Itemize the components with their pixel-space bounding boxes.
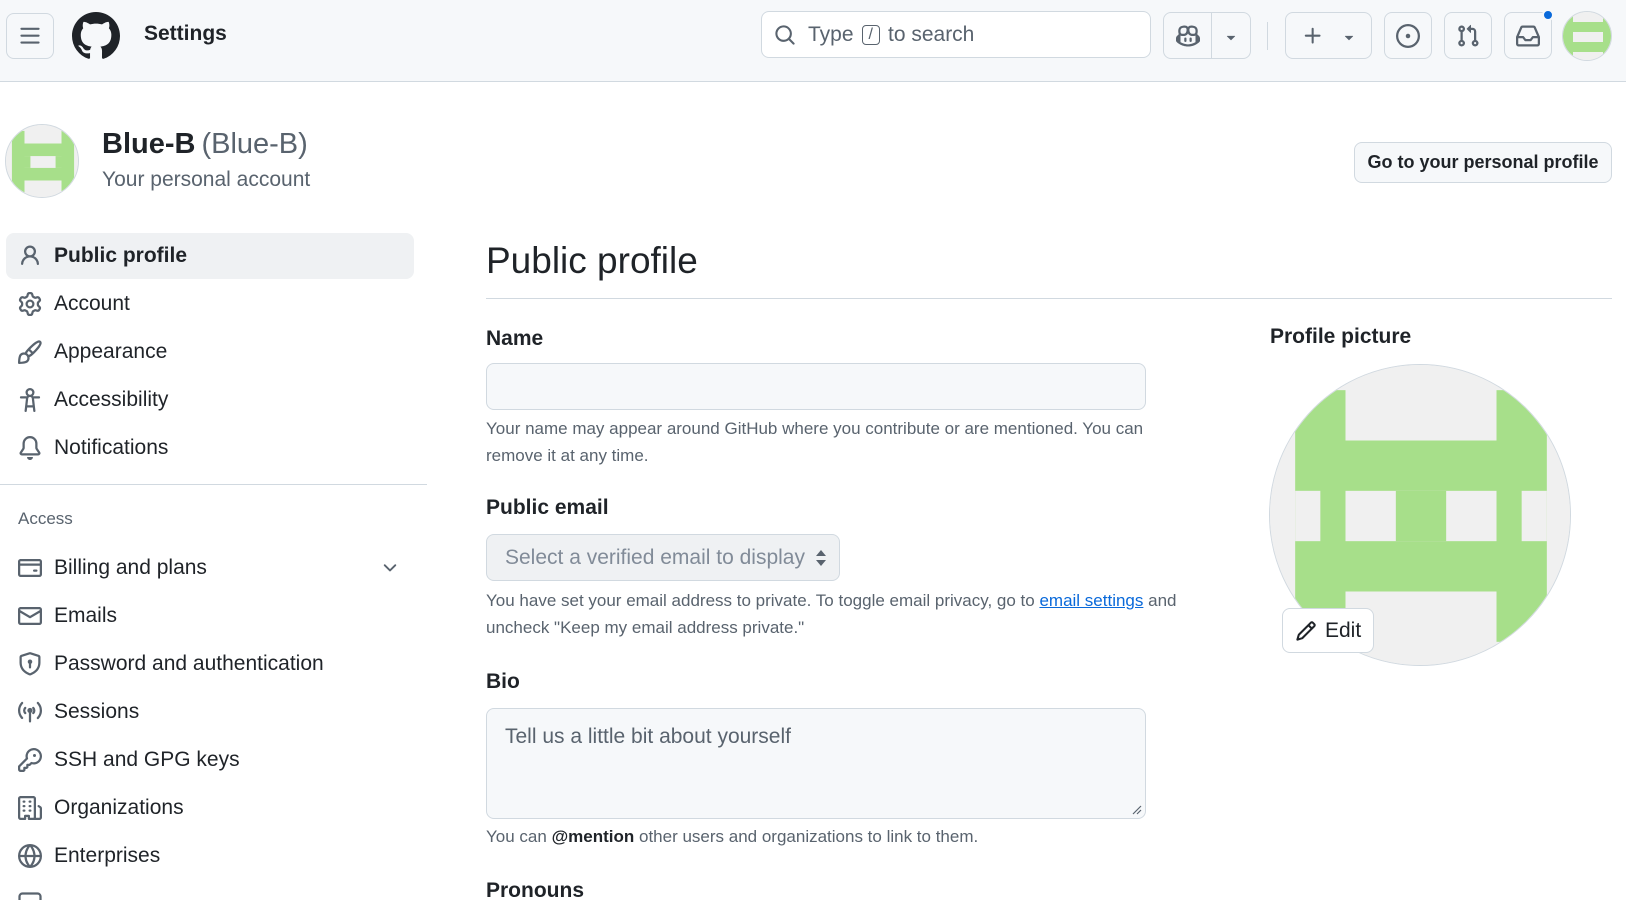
github-logo-icon[interactable] bbox=[72, 12, 120, 60]
sidebar-item-partial[interactable] bbox=[6, 881, 414, 900]
open-menu-button[interactable] bbox=[6, 13, 54, 59]
sidebar-item-label: Notifications bbox=[54, 436, 169, 459]
sidebar-item-label: Account bbox=[54, 292, 130, 315]
broadcast-icon bbox=[18, 701, 42, 723]
sidebar-item-label: Password and authentication bbox=[54, 652, 324, 675]
bell-icon bbox=[19, 436, 41, 460]
copilot-icon bbox=[1176, 25, 1200, 47]
name-help-text: Your name may appear around GitHub where… bbox=[486, 419, 1144, 465]
email-settings-link[interactable]: email settings bbox=[1039, 591, 1143, 610]
sidebar-item-notifications[interactable]: Notifications bbox=[6, 425, 414, 471]
triangle-down-icon bbox=[1344, 35, 1354, 41]
organization-icon bbox=[18, 796, 42, 820]
search-shortcut-key: / bbox=[861, 24, 880, 45]
sidebar-item-label: Appearance bbox=[54, 340, 168, 363]
chevron-down-icon[interactable] bbox=[380, 558, 400, 578]
shield-lock-icon bbox=[19, 652, 41, 676]
header-divider bbox=[1267, 22, 1268, 50]
sidebar-item-sessions[interactable]: Sessions bbox=[6, 689, 414, 735]
identicon-avatar-icon bbox=[1563, 12, 1611, 60]
title-divider bbox=[486, 298, 1612, 299]
triangle-down-icon[interactable] bbox=[1222, 28, 1240, 46]
account-subtitle: Your personal account bbox=[102, 168, 311, 191]
pencil-icon bbox=[1296, 620, 1316, 641]
credit-card-icon bbox=[18, 559, 42, 577]
sidebar-item-ssh-gpg-keys[interactable]: SSH and GPG keys bbox=[6, 737, 414, 783]
email-help-text: You have set your email address to priva… bbox=[486, 587, 1226, 641]
select-arrows-icon bbox=[816, 550, 826, 566]
mention-text: @mention bbox=[551, 827, 635, 846]
person-icon bbox=[21, 245, 39, 266]
paintbrush-icon bbox=[18, 340, 42, 364]
sidebar-item-label: Emails bbox=[54, 604, 118, 627]
edit-profile-picture-button[interactable]: Edit bbox=[1282, 608, 1374, 653]
account-name: Blue-B (Blue-B) bbox=[102, 128, 308, 161]
bio-help-text: You can @mention other users and organiz… bbox=[486, 823, 978, 850]
search-icon bbox=[775, 24, 795, 45]
user-avatar-button[interactable] bbox=[1562, 11, 1612, 61]
account-login: (Blue-B) bbox=[201, 128, 308, 160]
profile-picture-label: Profile picture bbox=[1270, 325, 1412, 348]
globe-icon bbox=[18, 844, 42, 868]
sidebar-item-label: Organizations bbox=[54, 796, 184, 819]
account-avatar bbox=[5, 124, 79, 198]
search-placeholder-suffix: to search bbox=[887, 22, 975, 46]
email-help-before: You have set your email address to priva… bbox=[486, 591, 1035, 610]
key-icon bbox=[18, 748, 42, 772]
sidebar-item-emails[interactable]: Emails bbox=[6, 593, 414, 639]
pronouns-label: Pronouns bbox=[486, 879, 584, 900]
public-email-selected: Select a verified email to display bbox=[505, 545, 805, 569]
partial-icon bbox=[18, 892, 42, 900]
sidebar-item-billing[interactable]: Billing and plans bbox=[6, 545, 414, 591]
issue-opened-icon bbox=[1396, 23, 1420, 48]
bio-help-before: You can bbox=[486, 827, 547, 846]
sidebar-item-label: Enterprises bbox=[54, 844, 161, 867]
sidebar-group-title: Access bbox=[18, 509, 73, 528]
unread-notification-dot bbox=[1542, 9, 1554, 21]
bio-placeholder: Tell us a little bit about yourself bbox=[505, 725, 791, 748]
public-email-label: Public email bbox=[486, 496, 609, 519]
global-header: Settings Type / to search bbox=[0, 0, 1626, 82]
create-new-button[interactable] bbox=[1285, 12, 1372, 59]
edit-label: Edit bbox=[1325, 618, 1362, 642]
mail-icon bbox=[18, 607, 42, 625]
sidebar-item-appearance[interactable]: Appearance bbox=[6, 329, 414, 375]
hamburger-icon bbox=[20, 27, 40, 44]
bio-help-after: other users and organizations to link to… bbox=[638, 827, 979, 846]
pull-requests-button[interactable] bbox=[1444, 12, 1492, 59]
sidebar-divider bbox=[0, 484, 427, 485]
sidebar-item-accessibility[interactable]: Accessibility bbox=[6, 377, 414, 423]
go-to-profile-button[interactable]: Go to your personal profile bbox=[1354, 142, 1612, 183]
gear-icon bbox=[18, 292, 42, 316]
name-input[interactable] bbox=[486, 363, 1146, 410]
button-separator bbox=[1211, 13, 1212, 58]
search-input[interactable]: Type / to search bbox=[761, 11, 1151, 58]
copilot-button[interactable] bbox=[1163, 12, 1251, 59]
resize-grip-icon[interactable] bbox=[1130, 803, 1142, 815]
issues-button[interactable] bbox=[1384, 12, 1432, 59]
sidebar-item-label: Billing and plans bbox=[54, 556, 207, 579]
sidebar-item-organizations[interactable]: Organizations bbox=[6, 785, 414, 831]
bio-label: Bio bbox=[486, 670, 520, 693]
sidebar-item-label: SSH and GPG keys bbox=[54, 748, 240, 771]
sidebar-item-password-authentication[interactable]: Password and authentication bbox=[6, 641, 414, 687]
name-label: Name bbox=[486, 327, 544, 350]
bio-textarea[interactable]: Tell us a little bit about yourself bbox=[486, 708, 1146, 819]
header-title[interactable]: Settings bbox=[144, 22, 227, 46]
sidebar-item-label: Accessibility bbox=[54, 388, 169, 411]
sidebar-item-public-profile[interactable]: Public profile bbox=[6, 233, 414, 279]
account-display-name: Blue-B bbox=[102, 128, 196, 160]
inbox-icon bbox=[1516, 24, 1540, 46]
sidebar-item-label: Public profile bbox=[54, 244, 188, 267]
identicon-avatar-icon bbox=[6, 125, 78, 197]
sidebar-item-enterprises[interactable]: Enterprises bbox=[6, 833, 414, 879]
sidebar-item-label: Sessions bbox=[54, 700, 140, 723]
public-email-select[interactable]: Select a verified email to display bbox=[486, 534, 840, 581]
page-title: Public profile bbox=[486, 240, 698, 281]
accessibility-icon bbox=[19, 388, 41, 412]
git-pull-request-icon bbox=[1458, 24, 1479, 47]
plus-icon bbox=[1304, 27, 1321, 44]
sidebar-item-account[interactable]: Account bbox=[6, 281, 414, 327]
search-placeholder-prefix: Type bbox=[808, 22, 854, 46]
